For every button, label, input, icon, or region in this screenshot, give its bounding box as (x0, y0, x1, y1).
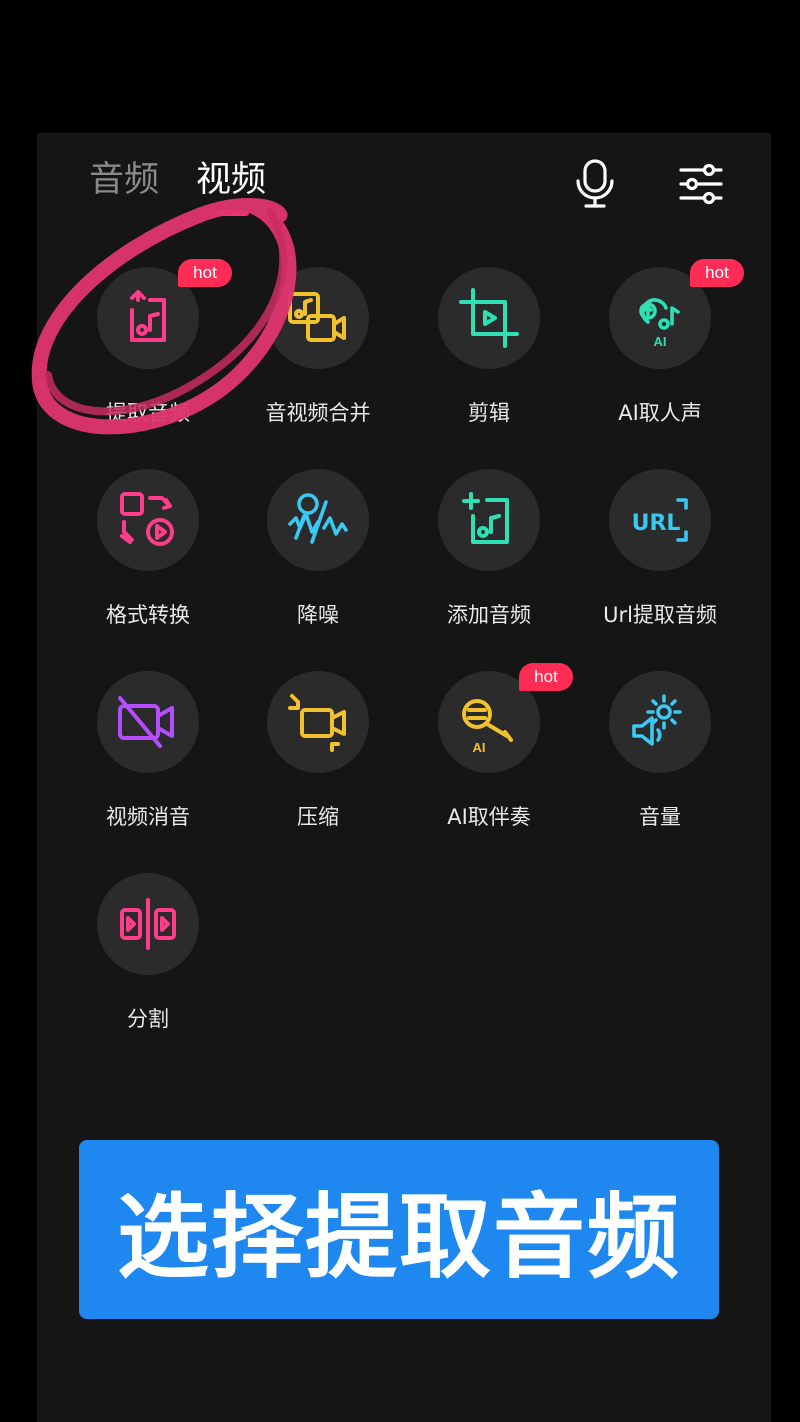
tool-compress[interactable]: 压缩 (233, 671, 403, 861)
tool-format-convert[interactable]: 格式转换 (63, 469, 233, 659)
tab-audio[interactable]: 音频 (89, 157, 159, 203)
tool-label: 音视频合并 (265, 401, 371, 425)
tool-label: 格式转换 (106, 603, 190, 627)
instruction-banner: 选择提取音频 (79, 1140, 719, 1319)
tool-label: 分割 (127, 1007, 169, 1031)
tool-denoise[interactable]: 降噪 (233, 469, 403, 659)
active-tab-indicator (217, 210, 249, 216)
tool-ai-accompaniment[interactable]: AI hot AI取伴奏 (404, 663, 574, 861)
tool-label: AI取人声 (618, 401, 702, 425)
tool-merge-audio-video[interactable]: 音视频合并 (233, 267, 403, 457)
mute-video-icon (97, 671, 199, 773)
denoise-icon (267, 469, 369, 571)
url-icon: URL (609, 469, 711, 571)
tool-label: 降噪 (297, 603, 339, 627)
tool-label: 视频消音 (106, 805, 190, 829)
svg-text:URL: URL (632, 511, 681, 536)
format-convert-icon (97, 469, 199, 571)
banner-text: 选择提取音频 (116, 1184, 681, 1291)
tab-video[interactable]: 视频 (196, 157, 266, 203)
tool-volume[interactable]: 音量 (575, 671, 745, 861)
tool-label: AI取伴奏 (447, 805, 531, 829)
tool-label: 压缩 (297, 805, 339, 829)
svg-text:AI: AI (473, 740, 486, 754)
svg-text:AI: AI (654, 334, 667, 349)
volume-gear-icon (609, 671, 711, 773)
hot-badge: hot (690, 259, 744, 287)
tool-add-audio[interactable]: 添加音频 (404, 469, 574, 659)
tool-label: Url提取音频 (603, 603, 717, 627)
tool-label: 添加音频 (447, 603, 531, 627)
hot-badge: hot (519, 663, 573, 691)
hot-badge: hot (178, 259, 232, 287)
crop-icon (438, 267, 540, 369)
tool-label: 音量 (639, 805, 681, 829)
compress-icon (267, 671, 369, 773)
tool-mute-video[interactable]: 视频消音 (63, 671, 233, 861)
tool-extract-audio[interactable]: hot 提取音频 (63, 259, 233, 457)
merge-audio-video-icon (267, 267, 369, 369)
tool-crop[interactable]: 剪辑 (404, 267, 574, 457)
sliders-icon[interactable] (678, 161, 724, 207)
tool-label: 剪辑 (468, 401, 510, 425)
tool-ai-vocal[interactable]: AI hot AI取人声 (575, 259, 745, 457)
tool-label: 提取音频 (106, 401, 190, 425)
tool-url-extract[interactable]: URL Url提取音频 (575, 469, 745, 659)
tool-split[interactable]: 分割 (63, 873, 233, 1063)
microphone-icon[interactable] (573, 159, 617, 209)
add-audio-icon (438, 469, 540, 571)
split-icon (97, 873, 199, 975)
